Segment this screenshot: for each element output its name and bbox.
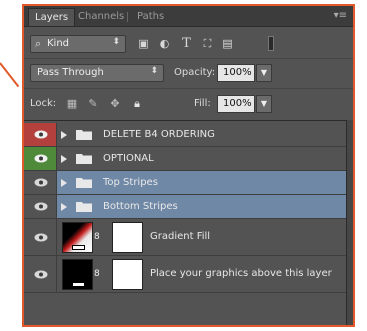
filter-toggle-switch[interactable] bbox=[268, 36, 274, 51]
folder-icon bbox=[76, 178, 92, 188]
layer-row-delete-b4-ordering[interactable]: DELETE B4 ORDERING bbox=[24, 123, 346, 147]
panel-menu-icon[interactable]: ▾≡ bbox=[334, 10, 347, 21]
layer-mask-thumbnail[interactable] bbox=[112, 259, 143, 290]
eye-icon bbox=[34, 202, 48, 211]
tab-divider bbox=[127, 12, 128, 22]
expand-arrow-icon[interactable] bbox=[61, 179, 67, 187]
layer-mask-thumbnail[interactable] bbox=[112, 222, 143, 253]
tab-channels[interactable]: Channels bbox=[72, 8, 130, 26]
opacity-label: Opacity: bbox=[174, 67, 216, 78]
gradient-thumbnail bbox=[62, 222, 93, 253]
opacity-dropdown-button[interactable]: ▼ bbox=[256, 64, 272, 82]
visibility-toggle[interactable] bbox=[24, 123, 57, 146]
chain-link-icon[interactable]: 8 bbox=[94, 269, 100, 279]
eye-icon bbox=[34, 270, 48, 279]
expand-arrow-icon[interactable] bbox=[61, 203, 67, 211]
fill-input[interactable]: 100% bbox=[217, 95, 255, 113]
tab-layers[interactable]: Layers bbox=[28, 8, 76, 26]
visibility-toggle[interactable] bbox=[24, 219, 57, 255]
visibility-toggle[interactable] bbox=[24, 195, 57, 218]
search-icon: ⌕ bbox=[35, 37, 42, 50]
divider bbox=[24, 58, 353, 59]
layer-name: Top Stripes bbox=[103, 177, 158, 188]
adjustment-badge-icon bbox=[72, 245, 85, 250]
image-filter-icon[interactable]: ▣ bbox=[137, 37, 150, 50]
fill-label: Fill: bbox=[194, 98, 211, 109]
layer-row-optional[interactable]: OPTIONAL bbox=[24, 147, 346, 171]
eye-icon bbox=[34, 130, 48, 139]
lock-transparent-pixels-icon[interactable]: ▦ bbox=[65, 97, 79, 111]
filter-kind-select[interactable]: ⌕ Kind ⬍ bbox=[30, 35, 126, 53]
callout-line bbox=[0, 62, 20, 88]
smart-object-filter-icon[interactable]: ▤ bbox=[221, 37, 234, 50]
layers-panel: Layers Channels Paths ▾≡ ⌕ Kind ⬍ ▣ ◐ T … bbox=[22, 4, 355, 327]
layer-name: OPTIONAL bbox=[103, 153, 154, 164]
expand-arrow-icon[interactable] bbox=[61, 131, 67, 139]
folder-icon bbox=[76, 130, 92, 140]
layer-row-bottom-stripes[interactable]: Bottom Stripes bbox=[24, 195, 346, 219]
expand-arrow-icon[interactable] bbox=[61, 155, 67, 163]
divider bbox=[24, 88, 353, 89]
type-filter-icon[interactable]: T bbox=[180, 37, 193, 50]
eye-icon bbox=[34, 178, 48, 187]
layer-name: DELETE B4 ORDERING bbox=[103, 129, 215, 140]
adjustment-badge-icon bbox=[72, 282, 85, 287]
layer-row-top-stripes[interactable]: Top Stripes bbox=[24, 171, 346, 195]
lock-position-icon[interactable]: ✥ bbox=[108, 97, 122, 111]
layer-name: Bottom Stripes bbox=[103, 201, 178, 212]
layers-list: DELETE B4 ORDERING OPTIONAL Top Stripes … bbox=[24, 120, 346, 325]
visibility-toggle[interactable] bbox=[24, 171, 57, 194]
layer-row-place-graphics[interactable]: 8 Place your graphics above this layer bbox=[24, 256, 346, 293]
filter-kind-label: Kind bbox=[47, 38, 70, 49]
layer-row-gradient-fill[interactable]: 8 Gradient Fill bbox=[24, 219, 346, 256]
fill-dropdown-button[interactable]: ▼ bbox=[256, 95, 272, 113]
tab-paths[interactable]: Paths bbox=[131, 8, 170, 26]
chevron-updown-icon: ⬍ bbox=[150, 66, 158, 76]
layer-name: Place your graphics above this layer bbox=[150, 268, 332, 279]
blend-mode-value: Pass Through bbox=[37, 67, 104, 78]
eye-icon bbox=[34, 233, 48, 242]
folder-icon bbox=[76, 154, 92, 164]
solid-color-thumbnail bbox=[62, 259, 93, 290]
opacity-input[interactable]: 100% bbox=[217, 64, 255, 82]
visibility-toggle[interactable] bbox=[24, 147, 57, 170]
folder-icon bbox=[76, 202, 92, 212]
chain-link-icon[interactable]: 8 bbox=[94, 232, 100, 242]
lock-label: Lock: bbox=[30, 98, 57, 109]
visibility-toggle[interactable] bbox=[24, 256, 57, 292]
lock-image-pixels-icon[interactable]: ✎ bbox=[86, 97, 100, 111]
blend-mode-select[interactable]: Pass Through ⬍ bbox=[30, 64, 164, 82]
lock-all-icon[interactable]: 🔒︎ bbox=[130, 97, 144, 111]
adjustment-filter-icon[interactable]: ◐ bbox=[158, 37, 171, 50]
chevron-updown-icon: ⬍ bbox=[112, 37, 120, 47]
shape-filter-icon[interactable]: ⛶ bbox=[201, 37, 214, 50]
layers-scrollbar[interactable] bbox=[346, 120, 353, 325]
layer-name: Gradient Fill bbox=[150, 231, 211, 242]
eye-icon bbox=[34, 154, 48, 163]
panel-tab-bar: Layers Channels Paths ▾≡ bbox=[24, 6, 353, 27]
